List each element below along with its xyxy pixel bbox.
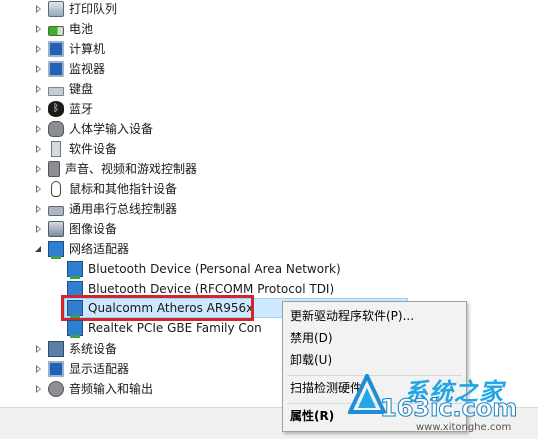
tree-item-hid[interactable]: 人体学输入设备: [34, 119, 153, 139]
tree-item-imaging[interactable]: 图像设备: [34, 219, 117, 239]
tree-item-audio-io[interactable]: 音频输入和输出: [34, 379, 153, 399]
tree-item-label: 软件设备: [69, 142, 118, 156]
tree-item-keyboard[interactable]: 键盘: [34, 79, 93, 99]
battery-icon: [48, 25, 64, 36]
expand-arrow-icon[interactable]: [34, 379, 44, 399]
expand-arrow-icon[interactable]: [34, 179, 44, 199]
tree-item-computer[interactable]: 计算机: [34, 39, 105, 59]
tree-item-label: 通用串行总线控制器: [69, 202, 178, 216]
bluetooth-icon: ᛒ: [48, 101, 64, 117]
tree-item-label: 音频输入和输出: [69, 382, 154, 396]
tree-item-label: Realtek PCIe GBE Family Con: [88, 321, 262, 335]
tree-item-label: 计算机: [69, 42, 106, 56]
menu-item-uninstall[interactable]: 卸载(U): [290, 350, 332, 370]
tree-item-label: 蓝牙: [69, 102, 94, 116]
hid-icon: [48, 121, 64, 137]
tree-item-sound[interactable]: 声音、视频和游戏控制器: [34, 159, 197, 179]
tree-item-display-adapters[interactable]: 显示适配器: [34, 359, 129, 379]
expand-arrow-icon[interactable]: [34, 139, 44, 159]
mouse-icon: [51, 181, 61, 197]
expand-arrow-icon[interactable]: [34, 19, 44, 39]
audio-io-icon: [48, 381, 64, 397]
watermark-domain-text: 163ic.com: [379, 394, 518, 423]
watermark-url-text: www.xitonghe.com: [416, 422, 512, 433]
tree-item-system-devices[interactable]: 系统设备: [34, 339, 117, 359]
tree-item-label: 图像设备: [69, 222, 118, 236]
tree-item-battery[interactable]: 电池: [34, 19, 93, 39]
expand-arrow-icon[interactable]: [34, 119, 44, 139]
tree-child-bt-pan[interactable]: Bluetooth Device (Personal Area Network): [67, 259, 341, 279]
expand-arrow-icon[interactable]: [34, 159, 44, 179]
tree-item-label: 打印队列: [69, 2, 118, 16]
menu-item-properties[interactable]: 属性(R): [290, 406, 334, 426]
tree-item-label: 系统设备: [69, 342, 118, 356]
usb-icon: [48, 205, 64, 216]
tree-item-print-queue[interactable]: 打印队列: [34, 0, 117, 19]
tree-child-realtek[interactable]: Realtek PCIe GBE Family Con: [67, 318, 262, 338]
expand-arrow-icon[interactable]: [34, 339, 44, 359]
expand-arrow-icon[interactable]: [34, 359, 44, 379]
collapse-arrow-icon[interactable]: [34, 239, 44, 259]
expand-arrow-icon[interactable]: [34, 99, 44, 119]
expand-arrow-icon[interactable]: [34, 79, 44, 99]
watermark: 系统之家 163ic.com www.xitonghe.com: [340, 372, 538, 436]
software-device-icon: [51, 141, 61, 157]
menu-item-disable[interactable]: 禁用(D): [290, 328, 333, 348]
menu-item-update-driver[interactable]: 更新驱动程序软件(P)...: [290, 306, 414, 326]
tree-item-label: 网络适配器: [69, 242, 130, 256]
tree-item-label: 电池: [69, 22, 94, 36]
display-adapter-icon: [48, 361, 64, 377]
system-icon: [48, 341, 64, 357]
expand-arrow-icon[interactable]: [34, 0, 44, 19]
tree-item-label: 人体学输入设备: [69, 122, 154, 136]
tree-item-monitor[interactable]: 监视器: [34, 59, 105, 79]
tree-item-label: 声音、视频和游戏控制器: [65, 162, 198, 176]
sound-icon: [48, 161, 60, 177]
tree-item-mouse[interactable]: 鼠标和其他指针设备: [34, 179, 177, 199]
network-icon: [48, 241, 64, 259]
tree-item-label: 鼠标和其他指针设备: [69, 182, 178, 196]
tree-item-label: 显示适配器: [69, 362, 130, 376]
computer-icon: [48, 41, 64, 57]
tree-item-network-adapters[interactable]: 网络适配器: [34, 239, 129, 259]
expand-arrow-icon[interactable]: [34, 199, 44, 219]
expand-arrow-icon[interactable]: [34, 39, 44, 59]
network-adapter-icon: [67, 261, 83, 279]
tree-item-label: 键盘: [69, 82, 94, 96]
keyboard-icon: [48, 86, 64, 96]
expand-arrow-icon[interactable]: [34, 59, 44, 79]
network-adapter-icon: [67, 320, 83, 338]
imaging-icon: [48, 221, 64, 237]
monitor-icon: [48, 61, 64, 77]
tree-item-bluetooth[interactable]: ᛒ 蓝牙: [34, 99, 93, 119]
tree-item-label: 监视器: [69, 62, 106, 76]
tree-item-label: Bluetooth Device (Personal Area Network): [88, 262, 341, 276]
tree-item-usb[interactable]: 通用串行总线控制器: [34, 199, 177, 219]
expand-arrow-icon[interactable]: [34, 219, 44, 239]
tree-item-software-devices[interactable]: 软件设备: [34, 139, 117, 159]
printer-icon: [48, 1, 64, 17]
